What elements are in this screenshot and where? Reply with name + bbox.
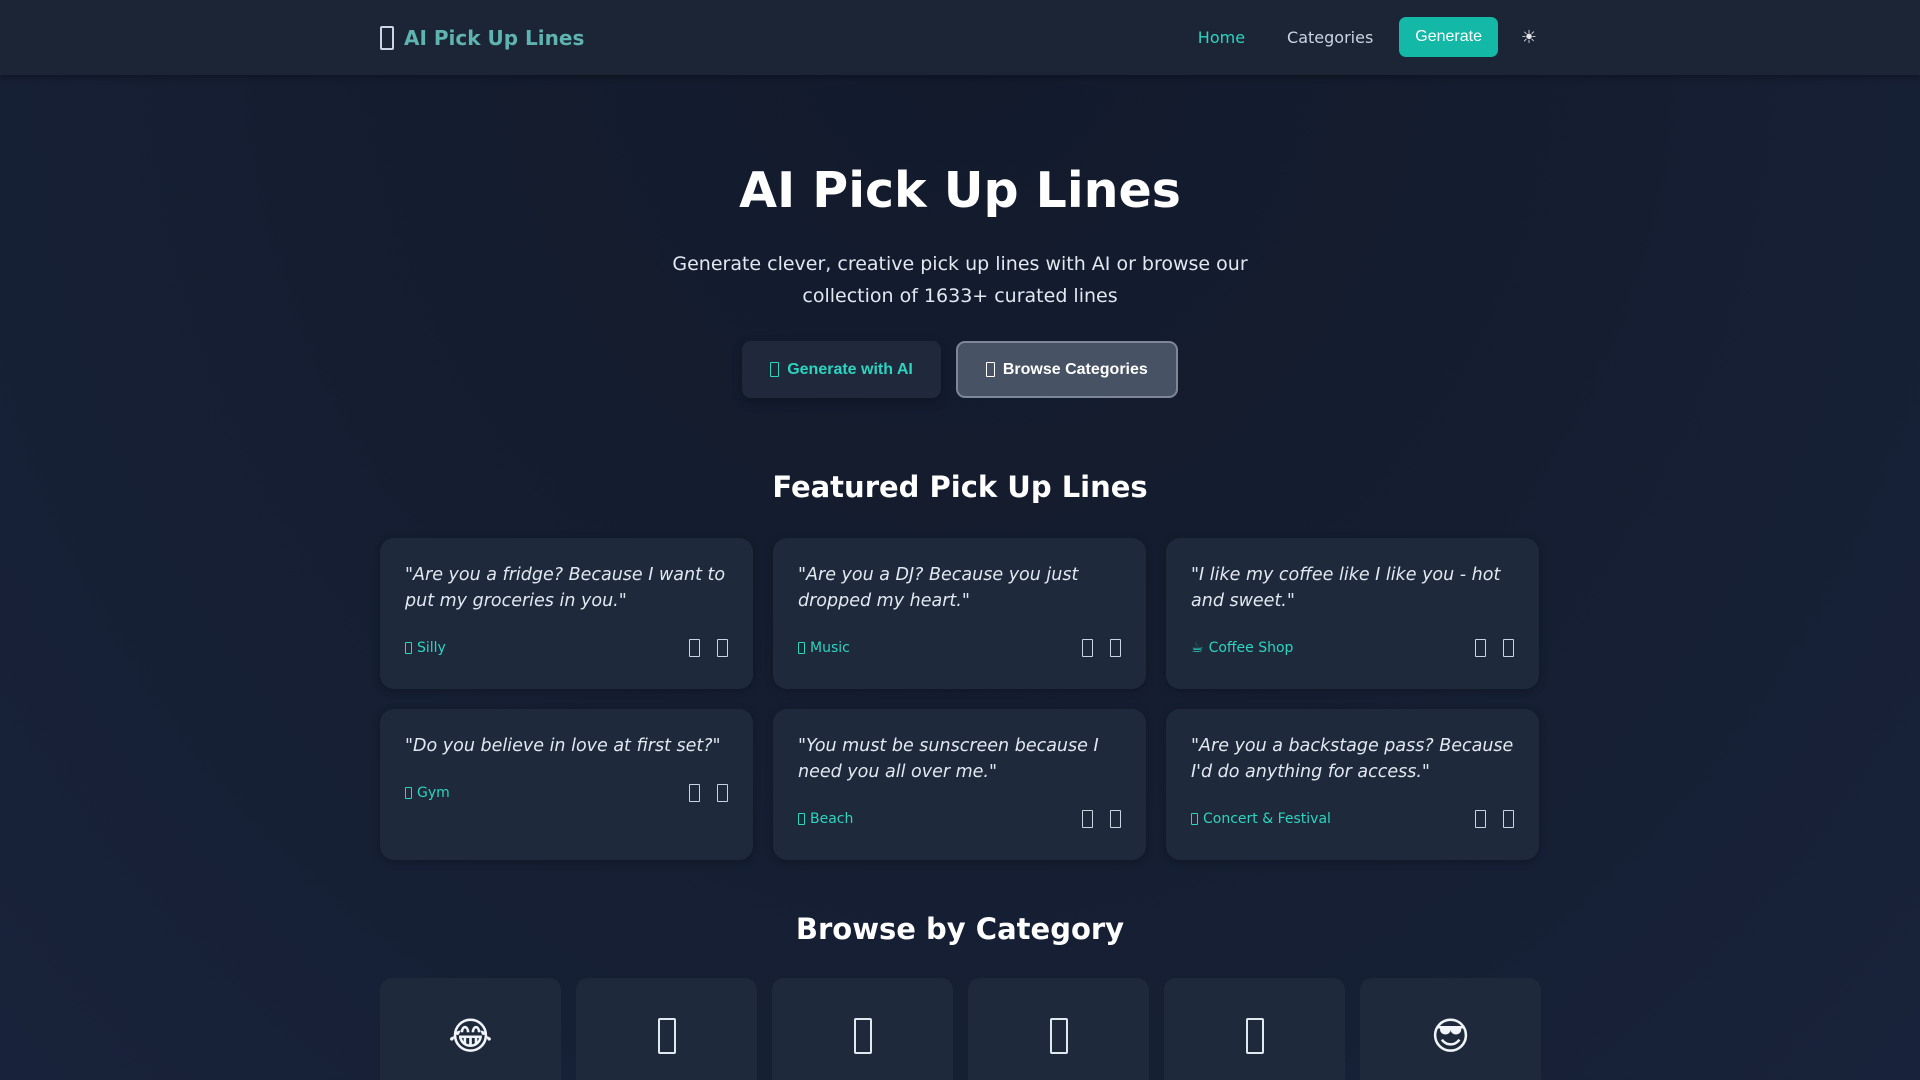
hero-actions: Generate with AI Browse Categories bbox=[0, 341, 1920, 398]
browse-categories-label: Browse Categories bbox=[1002, 360, 1148, 378]
category-icon bbox=[1049, 1018, 1068, 1054]
brand-logo-link[interactable]: AI Pick Up Lines bbox=[380, 22, 584, 54]
category-tag[interactable]: ☕ Coffee Shop bbox=[1191, 640, 1293, 656]
pickup-line-quote: "Are you a fridge? Because I want to put… bbox=[405, 565, 726, 611]
copy-icon[interactable] bbox=[1082, 639, 1093, 657]
pickup-line-quote: "I like my coffee like I like you - hot … bbox=[1191, 565, 1501, 611]
category-tile[interactable] bbox=[576, 978, 757, 1080]
share-icon[interactable] bbox=[1503, 810, 1514, 828]
folder-icon bbox=[985, 362, 995, 377]
nav-home-link[interactable]: Home bbox=[1198, 28, 1245, 47]
coffee-icon: ☕ bbox=[1191, 640, 1204, 656]
category-icon bbox=[1245, 1018, 1264, 1054]
category-tag[interactable]: Beach bbox=[798, 811, 853, 827]
category-tile[interactable]: 😎 bbox=[1360, 978, 1541, 1080]
category-label: Music bbox=[810, 640, 850, 656]
featured-cards-grid: "Are you a fridge? Because I want to put… bbox=[380, 538, 1540, 860]
sparkle-icon bbox=[770, 362, 780, 377]
featured-card: "Are you a backstage pass? Because I'd d… bbox=[1166, 709, 1539, 860]
pickup-line-quote: "Are you a DJ? Because you just dropped … bbox=[798, 565, 1079, 611]
category-label: Silly bbox=[417, 640, 446, 656]
nav-categories-link[interactable]: Categories bbox=[1287, 28, 1373, 47]
featured-card: "Are you a DJ? Because you just dropped … bbox=[773, 538, 1146, 689]
category-tile[interactable]: 😂 bbox=[380, 978, 561, 1080]
sunglasses-emoji-icon: 😎 bbox=[1430, 1014, 1471, 1058]
copy-icon[interactable] bbox=[689, 639, 700, 657]
category-icon bbox=[1191, 813, 1198, 825]
share-icon[interactable] bbox=[1503, 639, 1514, 657]
pickup-line-quote: "You must be sunscreen because I need yo… bbox=[798, 736, 1099, 782]
share-icon[interactable] bbox=[717, 639, 728, 657]
featured-card: "I like my coffee like I like you - hot … bbox=[1166, 538, 1539, 689]
category-tile[interactable] bbox=[1164, 978, 1345, 1080]
top-nav-bar: AI Pick Up Lines Home Categories Generat… bbox=[0, 0, 1920, 75]
category-tag[interactable]: Music bbox=[798, 640, 850, 656]
category-icon bbox=[405, 642, 412, 654]
copy-icon[interactable] bbox=[689, 784, 700, 802]
logo-icon bbox=[380, 26, 394, 50]
category-label: Concert & Festival bbox=[1203, 811, 1331, 827]
laughing-emoji-icon: 😂 bbox=[448, 1014, 493, 1058]
generate-with-ai-button[interactable]: Generate with AI bbox=[742, 341, 941, 398]
hero-title: AI Pick Up Lines bbox=[739, 162, 1181, 219]
nav-links: Home Categories Generate ☀ bbox=[1198, 17, 1540, 57]
browse-categories-button[interactable]: Browse Categories bbox=[955, 341, 1178, 398]
featured-card: "Do you believe in love at first set?" G… bbox=[380, 709, 753, 860]
category-icon bbox=[798, 642, 805, 654]
featured-section-title: Featured Pick Up Lines bbox=[772, 470, 1148, 504]
copy-icon[interactable] bbox=[1082, 810, 1093, 828]
category-tiles-grid: 😂 😎 bbox=[380, 978, 1541, 1080]
category-tile[interactable] bbox=[772, 978, 953, 1080]
category-icon bbox=[798, 813, 805, 825]
category-label: Gym bbox=[417, 785, 450, 801]
generate-with-ai-label: Generate with AI bbox=[787, 360, 913, 378]
sun-icon[interactable]: ☀ bbox=[1518, 27, 1540, 48]
copy-icon[interactable] bbox=[1475, 639, 1486, 657]
featured-card: "You must be sunscreen because I need yo… bbox=[773, 709, 1146, 860]
pickup-line-quote: "Are you a backstage pass? Because I'd d… bbox=[1191, 736, 1514, 782]
copy-icon[interactable] bbox=[1475, 810, 1486, 828]
category-label: Coffee Shop bbox=[1208, 640, 1294, 656]
category-tile[interactable] bbox=[968, 978, 1149, 1080]
nav-generate-button[interactable]: Generate bbox=[1399, 17, 1498, 57]
category-tag[interactable]: Concert & Festival bbox=[1191, 811, 1331, 827]
category-label: Beach bbox=[810, 811, 854, 827]
browse-section-title: Browse by Category bbox=[795, 912, 1125, 946]
category-icon bbox=[853, 1018, 872, 1054]
share-icon[interactable] bbox=[1110, 639, 1121, 657]
hero-subtitle: Generate clever, creative pick up lines … bbox=[672, 253, 1248, 307]
category-tag[interactable]: Gym bbox=[405, 785, 450, 801]
share-icon[interactable] bbox=[1110, 810, 1121, 828]
brand-name: AI Pick Up Lines bbox=[404, 26, 585, 50]
category-tag[interactable]: Silly bbox=[405, 640, 446, 656]
category-icon bbox=[405, 787, 412, 799]
pickup-line-quote: "Do you believe in love at first set?" bbox=[405, 736, 721, 756]
share-icon[interactable] bbox=[717, 784, 728, 802]
featured-card: "Are you a fridge? Because I want to put… bbox=[380, 538, 753, 689]
category-icon bbox=[657, 1018, 676, 1054]
